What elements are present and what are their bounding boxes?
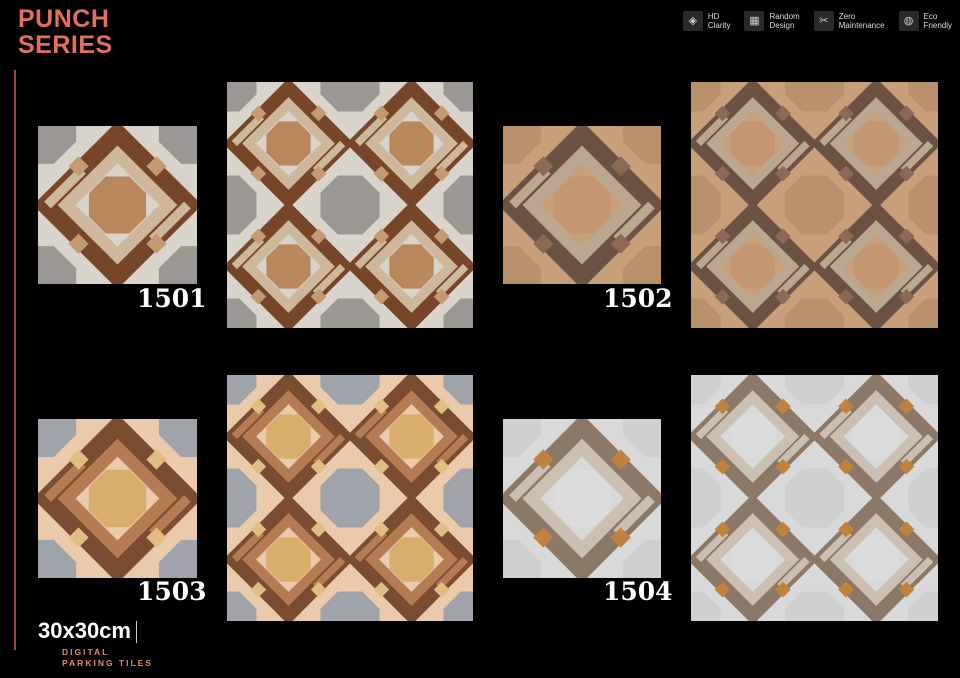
tile-code: 1501	[137, 284, 207, 313]
title-line-1: PUNCH	[18, 5, 110, 33]
tile-pattern	[227, 82, 473, 328]
tile-1502-layout	[691, 82, 938, 328]
accent-divider	[14, 70, 16, 650]
grid-icon: ▦	[744, 11, 765, 31]
product-type: DIGITAL PARKING TILES	[62, 647, 154, 668]
tile-pattern	[503, 419, 661, 578]
feature-random-design: ▦ Random Design	[744, 11, 800, 31]
tile-pattern	[691, 375, 938, 621]
tile-1504-single	[503, 419, 661, 578]
tile-1504-layout	[691, 375, 938, 621]
tile-pattern	[38, 126, 197, 284]
feature-eco-friendly: ◍ Eco Friendly	[898, 11, 952, 31]
tile-size: 30x30cm	[38, 618, 137, 643]
tile-1503-single	[38, 419, 197, 578]
feature-zero-maintenance: ✂ Zero Maintenance	[813, 11, 885, 31]
feature-hd-clarity: ◈ HD Clarity	[682, 11, 731, 31]
tile-1502-single	[503, 126, 661, 284]
tile-pattern	[38, 419, 197, 578]
feature-list: ◈ HD Clarity ▦ Random Design ✂ Zero Mainten…	[682, 11, 952, 31]
tile-code: 1503	[137, 577, 207, 606]
tile-code: 1502	[603, 284, 673, 313]
title-line-2: SERIES	[18, 31, 113, 59]
tile-1501-layout	[227, 82, 473, 328]
tile-1501-single	[38, 126, 197, 284]
series-title: PUNCH SERIES	[18, 6, 113, 58]
feature-label: HD Clarity	[707, 12, 731, 30]
feature-label: Zero Maintenance	[838, 12, 885, 30]
tile-pattern	[503, 126, 661, 284]
tile-code: 1504	[603, 577, 673, 606]
feature-label: Eco Friendly	[923, 12, 952, 30]
tile-pattern	[691, 82, 938, 328]
feature-label: Random Design	[769, 12, 800, 30]
hd-icon: ◈	[682, 11, 703, 31]
tile-1503-layout	[227, 375, 473, 621]
globe-icon: ◍	[898, 11, 919, 31]
tools-icon: ✂	[813, 11, 834, 31]
tile-pattern	[227, 375, 473, 621]
